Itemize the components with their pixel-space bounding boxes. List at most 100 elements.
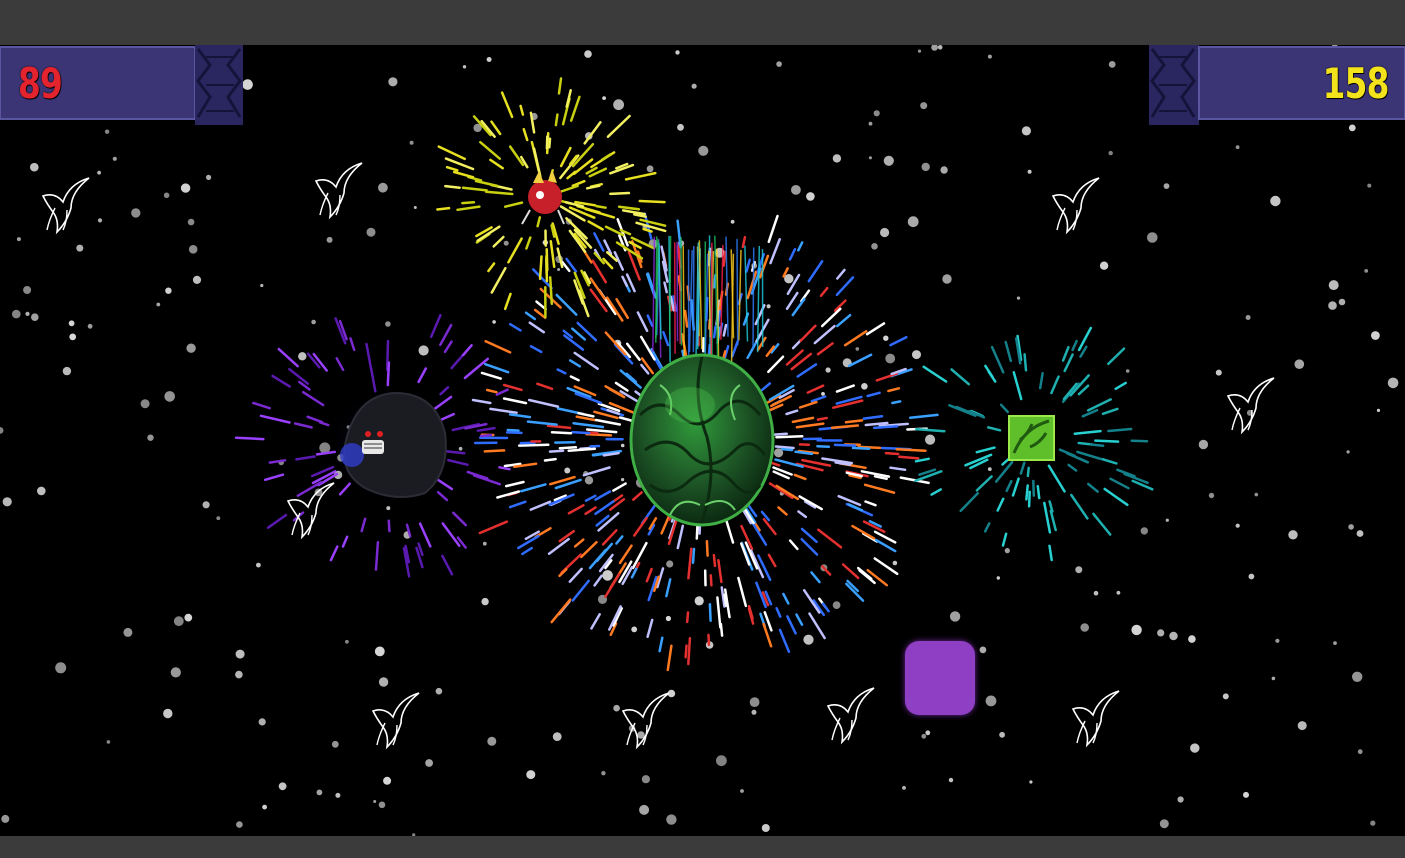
spark [268, 459, 287, 464]
spark [1050, 375, 1060, 395]
spark [472, 474, 502, 486]
spark [329, 545, 339, 562]
spark [417, 367, 428, 384]
spark [590, 613, 601, 630]
spark [533, 308, 547, 319]
spark [489, 407, 518, 414]
bird-sprite [621, 692, 670, 750]
spark [271, 374, 291, 388]
spark [506, 428, 520, 432]
spark [441, 522, 461, 548]
right-score: 158 [1322, 59, 1390, 108]
streak [678, 248, 681, 344]
spark [526, 420, 558, 426]
spark [495, 388, 509, 396]
spark [1081, 408, 1099, 418]
top-letterbox [0, 0, 1405, 45]
spark [816, 342, 834, 356]
spark [1012, 371, 1023, 401]
spark [582, 466, 611, 477]
bird-sprite [41, 177, 90, 235]
spark [441, 554, 454, 576]
spark [984, 364, 994, 379]
spark [524, 311, 537, 321]
spark [786, 273, 801, 296]
spark [528, 321, 546, 334]
spark [604, 572, 621, 598]
spark [545, 254, 549, 283]
spark [756, 336, 767, 351]
spark [612, 482, 627, 492]
spark [663, 281, 668, 294]
spark [1005, 479, 1013, 493]
streak [668, 235, 672, 336]
spark [593, 232, 605, 252]
spark [437, 145, 466, 161]
spark [443, 340, 453, 354]
spark [767, 355, 785, 374]
spark [341, 535, 349, 548]
spark [1048, 544, 1053, 562]
spark [508, 322, 522, 332]
streak [736, 238, 739, 346]
bottom-letterbox [0, 836, 1405, 858]
spark [1107, 427, 1133, 433]
spark [456, 205, 481, 212]
spark [576, 321, 598, 342]
spark [782, 592, 790, 605]
spark [994, 460, 1014, 483]
spark [816, 444, 831, 449]
spark [543, 457, 557, 462]
spark [1071, 339, 1078, 352]
spark [788, 248, 797, 261]
spark [847, 353, 873, 368]
bird-sprite [826, 687, 875, 745]
spark [618, 544, 633, 565]
spark [895, 448, 927, 452]
spark [745, 258, 751, 273]
spark [820, 307, 842, 328]
spark [793, 473, 807, 481]
spark [489, 158, 504, 170]
streak [710, 242, 713, 361]
spark [795, 422, 825, 429]
spark [584, 506, 597, 516]
spark [335, 357, 345, 372]
spark [862, 414, 884, 420]
spark [810, 395, 827, 403]
spark [529, 111, 536, 134]
spark [799, 324, 817, 342]
spark [705, 539, 709, 557]
spark [568, 567, 583, 583]
spark [405, 523, 412, 538]
spark [569, 95, 581, 122]
spark [529, 500, 552, 511]
spark [555, 293, 578, 316]
spark [1070, 493, 1089, 520]
spark [666, 644, 673, 672]
spark [844, 419, 864, 424]
streak [655, 236, 658, 343]
spark [1086, 398, 1112, 412]
spark [567, 504, 585, 515]
spark [1043, 501, 1052, 534]
spark [594, 418, 622, 426]
spark [1032, 479, 1036, 497]
spark [791, 339, 802, 350]
spark [775, 484, 800, 501]
spark [606, 114, 631, 138]
spark [795, 613, 804, 626]
spark [712, 553, 717, 568]
effects-layer [41, 77, 1275, 750]
spark [685, 611, 690, 624]
spark [474, 179, 499, 188]
spark [665, 578, 672, 598]
game-canvas[interactable]: 89 158 [0, 45, 1405, 836]
spark [807, 260, 824, 283]
spark [821, 565, 832, 576]
spark [571, 579, 590, 602]
spark [1100, 457, 1118, 465]
spark [559, 146, 572, 168]
spark [990, 345, 1005, 374]
spark [757, 554, 772, 582]
